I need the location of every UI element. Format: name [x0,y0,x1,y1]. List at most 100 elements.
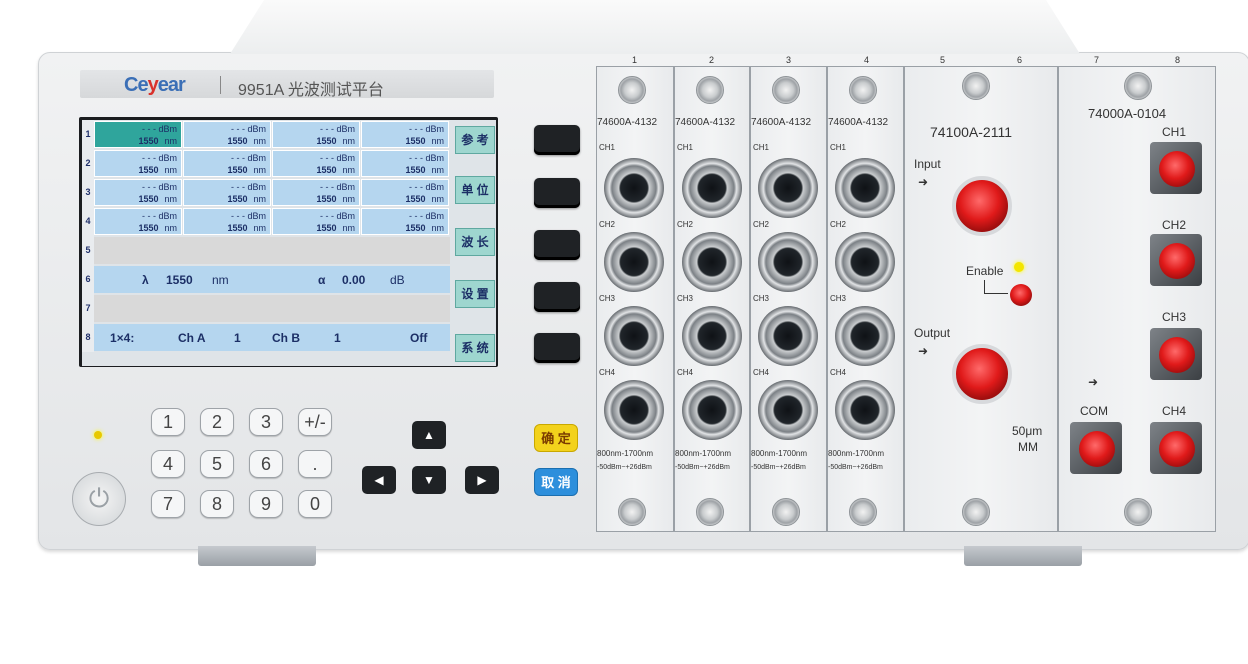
keypad-key[interactable]: 4 [151,450,185,478]
power-reading-cell[interactable]: - - - dBm 1550 nm [272,208,360,235]
function-key-1[interactable] [534,125,580,155]
keypad-key[interactable]: 3 [249,408,283,436]
arrow-up-button[interactable]: ▲ [412,421,446,449]
enable-label: Enable [966,264,1004,278]
confirm-button[interactable]: 确 定 [534,424,578,452]
detector-port-ch4[interactable] [682,380,742,440]
power-reading-cell[interactable]: - - - dBm 1550 nm [94,150,182,177]
power-reading-cell[interactable]: - - - dBm 1550 nm [272,150,360,177]
keypad-key[interactable]: . [298,450,332,478]
power-reading-cell[interactable]: - - - dBm 1550 nm [361,121,449,148]
power-led [94,431,102,439]
detector-port-ch2[interactable] [758,232,818,292]
detector-port-ch1[interactable] [758,158,818,218]
detector-port-ch3[interactable] [604,306,664,366]
attenuator-bottom-screw [962,498,990,526]
channel-a-label: Ch A [178,331,206,345]
row-number: 8 [82,323,94,352]
left-foot [198,546,316,566]
keypad-key[interactable]: 5 [200,450,234,478]
attenuation-unit: dB [390,273,405,287]
power-value: - - - dBm [231,153,266,163]
softkey-reference[interactable]: 参 考 [455,126,495,154]
power-reading-cell[interactable]: - - - dBm 1550 nm [94,208,182,235]
attenuator-output-port[interactable] [952,344,1012,404]
detector-port-ch4[interactable] [835,380,895,440]
arrow-left-button[interactable]: ◀ [362,466,396,494]
ch1-label: CH1 [677,143,694,152]
function-key-3[interactable] [534,230,580,260]
power-reading-cell[interactable]: - - - dBm 1550 nm [272,179,360,206]
power-button[interactable]: ⏻ [72,472,126,526]
arrow-down-button[interactable]: ▼ [412,466,446,494]
module-model: 74600A-4132 [675,117,736,128]
detector-port-ch1[interactable] [835,158,895,218]
power-value: - - - dBm [409,124,444,134]
module-top-screw [696,76,724,104]
detector-port-ch4[interactable] [758,380,818,440]
softkey-settings[interactable]: 设 置 [455,280,495,308]
power-reading-cell[interactable]: - - - dBm 1550 nm [94,121,182,148]
detector-port-ch1[interactable] [604,158,664,218]
lambda-symbol: λ [142,273,149,287]
screen-row-7: 7 [82,294,450,323]
detector-port-ch2[interactable] [682,232,742,292]
detector-port-ch3[interactable] [835,306,895,366]
power-reading-cell[interactable]: - - - dBm 1550 nm [183,150,271,177]
switch-ch2-port[interactable] [1150,234,1202,286]
brand-bar: Ceyear 9951A 光波测试平台 [80,70,494,99]
ch3-label: CH3 [599,294,616,303]
keypad-key[interactable]: +/- [298,408,332,436]
switch-ch1-port[interactable] [1150,142,1202,194]
detector-port-ch2[interactable] [835,232,895,292]
detector-port-ch1[interactable] [682,158,742,218]
function-key-4[interactable] [534,282,580,312]
right-foot [964,546,1082,566]
softkey-system[interactable]: 系 统 [455,334,495,362]
keypad-key[interactable]: 2 [200,408,234,436]
keypad-key[interactable]: 7 [151,490,185,518]
keypad-key[interactable]: 1 [151,408,185,436]
ch2-label: CH2 [677,220,694,229]
power-reading-cell[interactable]: - - - dBm 1550 nm [272,121,360,148]
ch1-label: CH1 [599,143,616,152]
module-bottom-screw [618,498,646,526]
switch-model: 74000A-0104 [1088,106,1167,121]
detector-port-ch4[interactable] [604,380,664,440]
screen-row-8: 8 1×4: Ch A 1 Ch B 1 Off [82,323,450,352]
power-reading-cell[interactable]: - - - dBm 1550 nm [94,179,182,206]
switch-ch4-port[interactable] [1150,422,1202,474]
power-reading-cell[interactable]: - - - dBm 1550 nm [183,121,271,148]
detector-port-ch3[interactable] [682,306,742,366]
power-value: - - - dBm [231,182,266,192]
keypad-key[interactable]: 0 [298,490,332,518]
switch-status-row[interactable]: 1×4: Ch A 1 Ch B 1 Off [94,324,450,351]
switch-com-port[interactable] [1070,422,1122,474]
enable-button[interactable] [1010,284,1032,306]
power-value: - - - dBm [409,153,444,163]
wavelength-readout: 1550 nm [138,194,177,204]
keypad-key[interactable]: 6 [249,450,283,478]
detector-port-ch3[interactable] [758,306,818,366]
function-key-2[interactable] [534,178,580,208]
power-reading-cell[interactable]: - - - dBm 1550 nm [183,179,271,206]
wavelength-range: 800nm-1700nm [751,449,808,458]
power-reading-cell[interactable]: - - - dBm 1550 nm [361,179,449,206]
attenuator-input-port[interactable] [952,176,1012,236]
keypad-key[interactable]: 9 [249,490,283,518]
function-key-5[interactable] [534,333,580,363]
ch3-label: CH3 [753,294,770,303]
cancel-button[interactable]: 取 消 [534,468,578,496]
wavelength-attenuation-row[interactable]: λ 1550 nm α 0.00 dB [94,266,450,293]
switch-ch1-label: CH1 [1162,125,1187,139]
softkey-unit[interactable]: 单 位 [455,176,495,204]
arrow-right-button[interactable]: ▶ [465,466,499,494]
power-reading-cell[interactable]: - - - dBm 1550 nm [361,208,449,235]
detector-port-ch2[interactable] [604,232,664,292]
softkey-wavelength[interactable]: 波 长 [455,228,495,256]
power-reading-cell[interactable]: - - - dBm 1550 nm [361,150,449,177]
power-reading-cell[interactable]: - - - dBm 1550 nm [183,208,271,235]
switch-ch3-port[interactable] [1150,328,1202,380]
keypad-key[interactable]: 8 [200,490,234,518]
ch4-label: CH4 [677,368,694,377]
